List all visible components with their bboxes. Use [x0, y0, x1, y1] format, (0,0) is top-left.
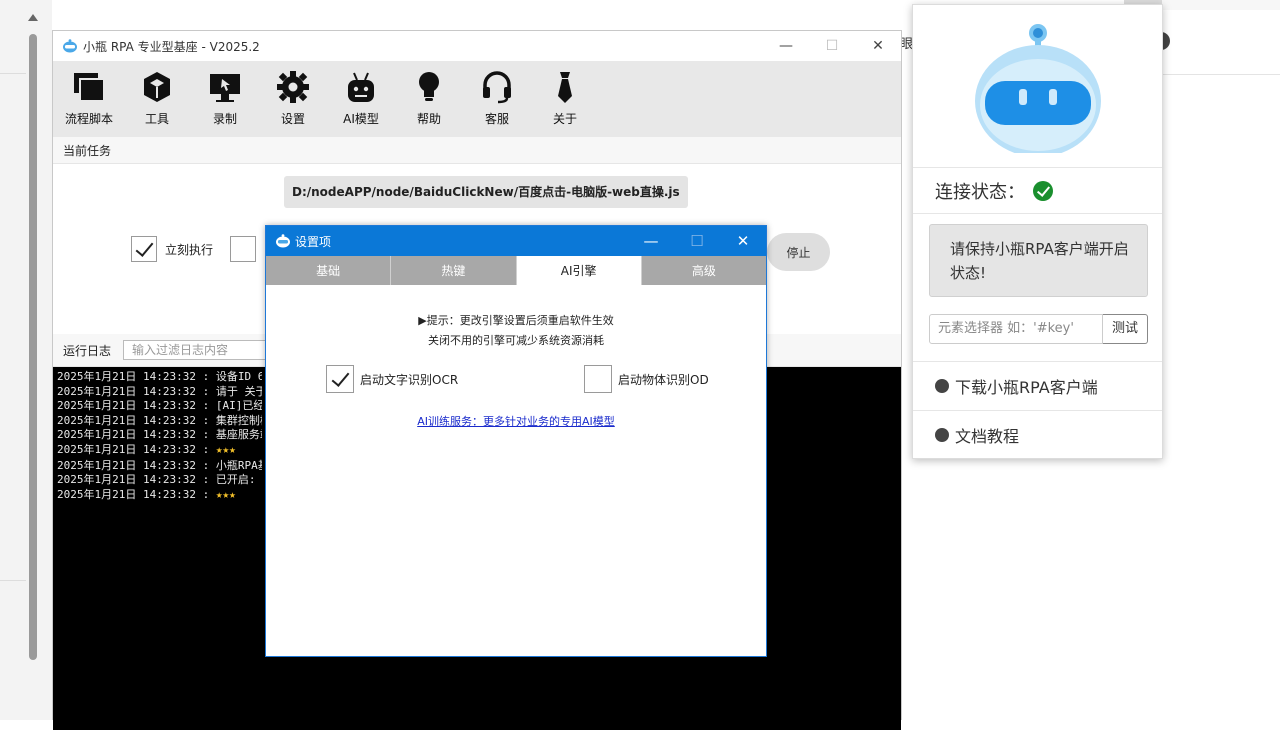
immediate-run-label: 立刻执行 [165, 242, 214, 257]
toolbar-label: 录制 [212, 112, 237, 126]
app-logo-icon [63, 39, 77, 53]
od-checkbox[interactable] [584, 365, 612, 393]
settings-titlebar[interactable]: 设置项 — ☐ ✕ [266, 226, 766, 256]
toolbar-about[interactable]: 关于 [531, 61, 599, 137]
toolbar-label: 帮助 [416, 112, 441, 126]
log-stars: ★★★ [215, 487, 236, 501]
ai-training-link[interactable]: AI训练服务：更多针对业务的专用AI模型 [266, 413, 766, 429]
gear-icon [277, 71, 309, 103]
test-button[interactable]: 测试 [1103, 314, 1148, 344]
log-line: 2025年1月21日 14:23:32 : 设备ID 6D4 [57, 370, 262, 383]
connection-status: 连接状态： [913, 167, 1162, 214]
selector-test-row: 元素选择器 如：'#key' 测试 [929, 314, 1148, 344]
engine-tip-line: 关闭不用的引擎可减少系统资源消耗 [428, 334, 604, 347]
check-circle-icon [1033, 180, 1053, 201]
connection-label: 连接状态： [935, 181, 1025, 203]
docs-link[interactable]: 文档教程 [913, 410, 1162, 459]
record-icon [210, 74, 240, 102]
log-line: 2025年1月21日 14:23:32 : [AI]已经启 [57, 399, 262, 412]
second-option-checkbox[interactable] [230, 236, 257, 262]
ocr-checkbox[interactable] [326, 365, 354, 393]
current-task-header: 当前任务 [53, 137, 901, 164]
client-panel: 连接状态： 请保持小瓶RPA客户端开启状态! 元素选择器 如：'#key' 测试… [912, 4, 1163, 459]
toolbar-label: 流程脚本 [64, 112, 113, 126]
task-path[interactable]: D:/nodeAPP/node/BaiduClickNew/百度点击-电脑版-w… [284, 176, 688, 208]
stop-button[interactable]: 停止 [767, 233, 830, 271]
engine-options: 启动文字识别OCR 启动物体识别OD [266, 351, 766, 411]
compass-icon [935, 428, 949, 442]
toolbar-settings[interactable]: 设置 [259, 61, 327, 137]
tab-hotkeys[interactable]: 热键 [391, 256, 517, 285]
tools-icon [144, 72, 170, 102]
toolbar-support[interactable]: 客服 [463, 61, 531, 137]
background-header-row [1162, 10, 1280, 75]
toolbar-label: 设置 [280, 112, 305, 126]
ocr-label: 启动文字识别OCR [360, 372, 459, 387]
ai-robot-icon [348, 72, 374, 102]
headset-icon [483, 71, 511, 104]
log-line: 2025年1月21日 14:23:32 : 已开启: 外 [57, 473, 262, 486]
main-titlebar[interactable]: 小瓶 RPA 专业型基座 - V2025.2 — ☐ ✕ [53, 31, 901, 61]
settings-title: 设置项 [295, 234, 332, 249]
bulb-icon [419, 72, 439, 101]
toolbar-ai-model[interactable]: AI模型 [327, 61, 395, 137]
tie-icon [558, 72, 572, 103]
minimize-button[interactable]: — [763, 31, 809, 61]
log-line: 2025年1月21日 14:23:32 : 小瓶RPA基座 [57, 458, 262, 472]
download-client-link[interactable]: 下载小瓶RPA客户端 [913, 361, 1162, 410]
engine-tip: ▶提示：更改引擎设置后须重启软件生效 关闭不用的引擎可减少系统资源消耗 [266, 311, 766, 351]
background-divider [0, 580, 26, 581]
scroll-up-arrow-icon[interactable] [28, 14, 38, 21]
toolbar-label: AI模型 [343, 112, 379, 126]
toolbar-label: 关于 [552, 112, 577, 126]
main-window-title: 小瓶 RPA 专业型基座 - V2025.2 [83, 39, 260, 54]
immediate-run-checkbox[interactable] [131, 236, 157, 262]
log-line: 2025年1月21日 14:23:32 : 请于 关于- [57, 384, 262, 398]
robot-mascot-icon [975, 24, 1101, 153]
toolbar-help[interactable]: 帮助 [395, 61, 463, 137]
toolbar-tools[interactable]: 工具 [123, 61, 191, 137]
main-toolbar: 流程脚本 工具 录制 设置 AI模型 帮助 客服 关于 [53, 61, 901, 137]
flow-script-icon [74, 73, 105, 102]
log-line: 2025年1月21日 14:23:32 : ★★★ [57, 442, 236, 456]
maximize-button[interactable]: ☐ [674, 226, 720, 256]
toolbar-flow-script[interactable]: 流程脚本 [55, 61, 123, 137]
log-line: 2025年1月21日 14:23:32 : ★★★ [57, 487, 236, 501]
engine-tip-line: ▶提示：更改引擎设置后须重启软件生效 [418, 314, 614, 327]
od-option[interactable]: 启动物体识别OD [584, 365, 709, 393]
log-stars: ★★★ [215, 442, 236, 456]
log-line: 2025年1月21日 14:23:32 : 集群控制模 [57, 413, 262, 427]
close-button[interactable]: ✕ [855, 31, 901, 61]
download-client-label: 下载小瓶RPA客户端 [955, 378, 1098, 397]
close-button[interactable]: ✕ [720, 226, 766, 256]
tab-ai-engine[interactable]: AI引擎 [516, 256, 642, 285]
toolbar-label: 工具 [144, 112, 169, 126]
toolbar-label: 客服 [484, 112, 509, 126]
tab-advanced[interactable]: 高级 [641, 256, 766, 285]
current-task-label: 当前任务 [63, 143, 112, 158]
app-logo-icon [276, 234, 290, 248]
background-left-strip [0, 0, 52, 720]
keep-open-notice: 请保持小瓶RPA客户端开启状态! [929, 224, 1148, 297]
toolbar-record[interactable]: 录制 [191, 61, 259, 137]
docs-label: 文档教程 [955, 427, 1020, 446]
scrollbar-thumb[interactable] [29, 34, 37, 660]
settings-dialog: 设置项 — ☐ ✕ 基础 热键 AI引擎 高级 ▶提示：更改引擎设置后须重启软件… [265, 225, 767, 657]
background-divider [0, 73, 26, 74]
download-icon [935, 379, 949, 393]
od-label: 启动物体识别OD [618, 372, 709, 387]
settings-tabs: 基础 热键 AI引擎 高级 [266, 256, 766, 285]
log-label: 运行日志 [63, 343, 112, 358]
immediate-run-option[interactable]: 立刻执行 [131, 236, 257, 262]
ocr-option[interactable]: 启动文字识别OCR [326, 365, 458, 393]
tab-basic[interactable]: 基础 [266, 256, 392, 285]
selector-input[interactable]: 元素选择器 如：'#key' [929, 314, 1103, 344]
maximize-button[interactable]: ☐ [809, 31, 855, 61]
log-line: 2025年1月21日 14:23:32 : 基座服务端 [57, 428, 262, 441]
minimize-button[interactable]: — [628, 226, 674, 256]
